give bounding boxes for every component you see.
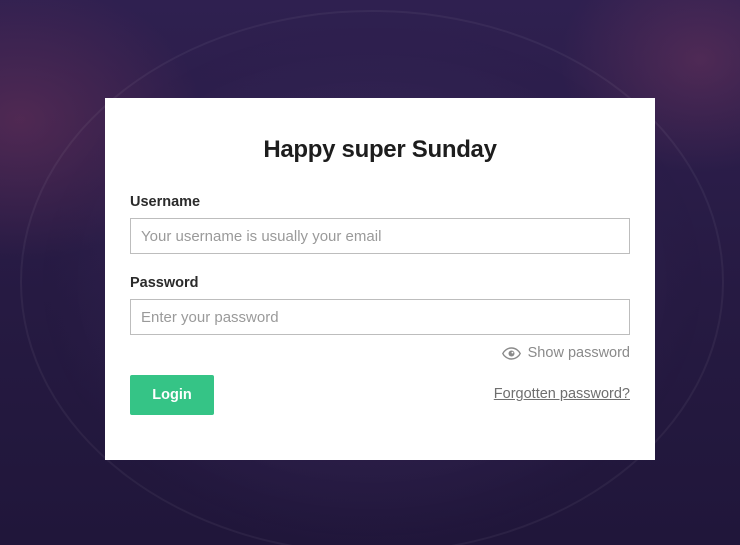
login-card: Happy super Sunday Username Password Sho… — [105, 98, 655, 460]
username-label: Username — [130, 194, 201, 210]
show-password-toggle[interactable]: Show password — [501, 345, 630, 361]
eye-icon — [501, 346, 521, 360]
login-button[interactable]: Login — [130, 375, 214, 415]
password-label: Password — [130, 275, 199, 291]
password-input[interactable] — [130, 299, 630, 335]
show-password-label: Show password — [527, 345, 630, 361]
username-input[interactable] — [130, 218, 630, 254]
forgotten-password-link[interactable]: Forgotten password? — [494, 386, 630, 402]
page-title: Happy super Sunday — [263, 136, 497, 163]
